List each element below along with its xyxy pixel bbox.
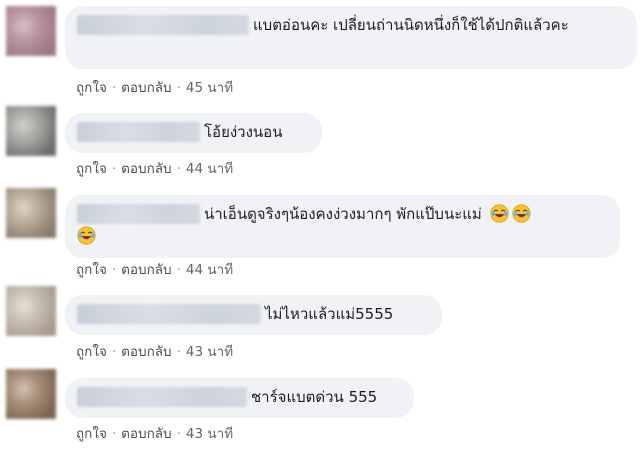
comment-text: แบตอ่อนคะ เปลี่ยนถ่านนิดหนึ่งก็ใช้ได้ปกต… [253, 16, 569, 34]
separator-dot: · [176, 262, 181, 278]
reply-link[interactable]: ตอบกลับ [121, 80, 171, 96]
comment-timestamp[interactable]: 44 นาที [186, 262, 233, 278]
avatar[interactable] [6, 286, 56, 336]
separator-dot: · [111, 161, 117, 177]
avatar[interactable] [6, 106, 56, 156]
separator-dot: · [111, 80, 117, 96]
comment-actions: ถูกใจ · ตอบกลับ · 44 นาที [76, 160, 233, 178]
comment-bubble: แบตอ่อนคะ เปลี่ยนถ่านนิดหนึ่งก็ใช้ได้ปกต… [65, 6, 637, 69]
avatar[interactable] [6, 6, 56, 56]
comment-timestamp[interactable]: 45 นาที [186, 80, 233, 96]
separator-dot: · [111, 344, 117, 360]
comment-bubble: ไม่ไหวแล้วแม่5555 [65, 295, 442, 335]
face-with-tears-of-joy-icon [489, 203, 509, 223]
separator-dot: · [111, 262, 117, 278]
comment-timestamp[interactable]: 44 นาที [186, 161, 233, 177]
comment-timestamp[interactable]: 43 นาที [186, 426, 233, 442]
commenter-name-blurred[interactable] [77, 204, 200, 224]
commenter-name-blurred[interactable] [77, 387, 247, 407]
commenter-name-blurred[interactable] [77, 304, 261, 324]
face-with-tears-of-joy-icon [77, 225, 96, 245]
separator-dot: · [176, 80, 181, 96]
comment-text: ไม่ไหวแล้วแม่5555 [265, 305, 394, 323]
comment-actions: ถูกใจ · ตอบกลับ · 43 นาที [76, 425, 233, 443]
reply-link[interactable]: ตอบกลับ [121, 426, 171, 442]
like-link[interactable]: ถูกใจ [76, 161, 107, 177]
commenter-name-blurred[interactable] [77, 15, 249, 35]
reply-link[interactable]: ตอบกลับ [121, 344, 171, 360]
avatar[interactable] [6, 369, 56, 419]
comment-text: ชาร์จแบตด่วน 555 [251, 388, 378, 406]
separator-dot: · [176, 161, 181, 177]
face-with-tears-of-joy-icon [511, 203, 531, 223]
reply-link[interactable]: ตอบกลับ [121, 161, 171, 177]
commenter-name-blurred[interactable] [77, 122, 200, 142]
comment-actions: ถูกใจ · ตอบกลับ · 43 นาที [76, 343, 233, 361]
reply-link[interactable]: ตอบกลับ [121, 262, 171, 278]
comment-text: โอ้ยง่วงนอน [204, 123, 283, 141]
comment-bubble: โอ้ยง่วงนอน [65, 113, 322, 153]
comment-thread: แบตอ่อนคะ เปลี่ยนถ่านนิดหนึ่งก็ใช้ได้ปกต… [0, 0, 640, 450]
comment-text: น่าเอ็นดูจริงๆน้องคงง่วงมากๆ พักแป๊บนะแม… [204, 205, 482, 223]
separator-dot: · [176, 426, 181, 442]
avatar[interactable] [6, 188, 56, 238]
separator-dot: · [176, 344, 181, 360]
comment-actions: ถูกใจ · ตอบกลับ · 45 นาที [76, 79, 233, 97]
comment-actions: ถูกใจ · ตอบกลับ · 44 นาที [76, 261, 233, 279]
like-link[interactable]: ถูกใจ [76, 426, 107, 442]
separator-dot: · [111, 426, 117, 442]
comment-bubble: น่าเอ็นดูจริงๆน้องคงง่วงมากๆ พักแป๊บนะแม… [65, 195, 620, 258]
comment-timestamp[interactable]: 43 นาที [186, 344, 233, 360]
like-link[interactable]: ถูกใจ [76, 80, 107, 96]
like-link[interactable]: ถูกใจ [76, 344, 107, 360]
like-link[interactable]: ถูกใจ [76, 262, 107, 278]
comment-bubble: ชาร์จแบตด่วน 555 [65, 378, 414, 418]
